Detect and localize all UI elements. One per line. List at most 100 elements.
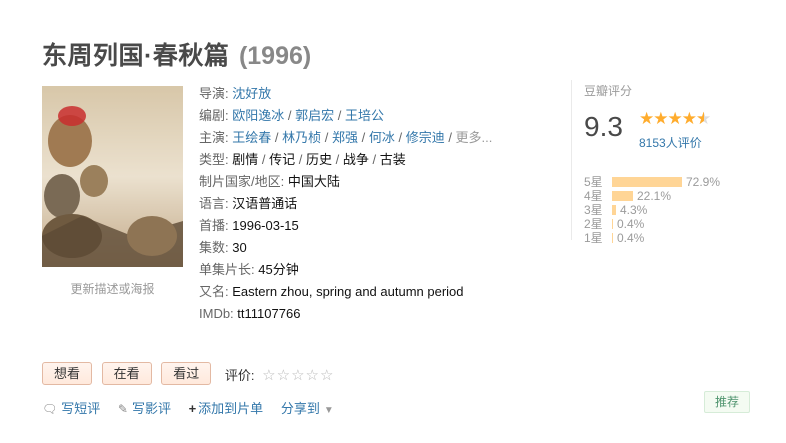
genre-value: 战争 — [342, 152, 369, 167]
rating-dist-bar — [612, 205, 616, 215]
recommend-button[interactable]: 推荐 — [704, 391, 750, 413]
writers-label: 编剧: — [199, 108, 229, 123]
star-icon: ★ — [681, 109, 697, 128]
my-rating-stars[interactable]: ☆☆☆☆☆ — [262, 366, 334, 384]
plus-icon: + — [188, 401, 197, 416]
comment-icon: 🗨 — [42, 402, 58, 416]
want-to-watch-button[interactable]: 想看 — [42, 362, 93, 385]
rating-label: 豆瓣评分 — [584, 84, 633, 98]
genre-label: 类型: — [199, 152, 229, 167]
genre-row: 类型: 剧情 / 传记 / 历史 / 战争 / 古装 — [199, 152, 406, 167]
info-panel: 导演: 沈好放 编剧: 欧阳逸冰 / 郭启宏 / 王培公 主演: 王绘春 / 林… — [199, 85, 539, 327]
cast-link[interactable]: 何冰 — [369, 130, 395, 145]
language-label: 语言: — [199, 196, 229, 211]
cast-row: 主演: 王绘春 / 林乃桢 / 郑强 / 何冰 / 修宗迪 / 更多... — [199, 130, 493, 145]
country-label: 制片国家/地区: — [199, 174, 285, 189]
rating-dist-row: 4星 22.1% — [584, 189, 751, 203]
add-list-label: 添加到片单 — [198, 401, 264, 416]
imdb-value: tt11107766 — [237, 306, 301, 321]
writer-link[interactable]: 郭启宏 — [295, 108, 334, 123]
rating-stars: ★★★★★ — [639, 109, 711, 129]
cast-link[interactable]: 修宗迪 — [406, 130, 445, 145]
language-value: 汉语普通话 — [232, 196, 298, 211]
imdb-row: IMDb: tt11107766 — [199, 305, 539, 327]
pencil-icon: ✎ — [117, 402, 128, 416]
director-row: 导演: 沈好放 — [199, 85, 539, 107]
rating-dist-label: 5星 — [584, 175, 603, 189]
rating-dist-percent: 72.9% — [686, 175, 721, 189]
poster[interactable] — [42, 86, 183, 267]
rating-score: 9.3 — [584, 111, 623, 142]
cast-link[interactable]: 王绘春 — [232, 130, 271, 145]
language-row: 语言: 汉语普通话 — [199, 195, 539, 217]
watched-button[interactable]: 看过 — [161, 362, 212, 385]
rating-distribution: 5星 72.9% 4星 22.1% 3星 4.3% 2星 0.4% 1星 0.4% — [584, 175, 751, 245]
share-link[interactable]: 分享到 ▼ — [281, 401, 334, 416]
writers-row: 编剧: 欧阳逸冰 / 郭启宏 / 王培公 — [199, 108, 384, 123]
premiere-value: 1996-03-15 — [232, 218, 299, 233]
country-row: 制片国家/地区: 中国大陆 — [199, 173, 539, 195]
premiere-row: 首播: 1996-03-15 — [199, 217, 539, 239]
rating-dist-row: 1星 0.4% — [584, 231, 751, 245]
rating-dist-percent: 0.4% — [617, 231, 645, 245]
update-poster-link[interactable]: 更新描述或海报 — [42, 280, 183, 297]
rating-dist-label: 2星 — [584, 217, 603, 231]
write-short-review-link[interactable]: 🗨 写短评 — [42, 401, 100, 416]
director-link[interactable]: 沈好放 — [232, 86, 271, 101]
rating-dist-bar — [612, 177, 682, 187]
watching-button[interactable]: 在看 — [101, 362, 152, 385]
poster-image — [42, 86, 183, 267]
cast-link[interactable]: 郑强 — [332, 130, 358, 145]
my-rating-label: 评价: — [224, 368, 255, 384]
rating-dist-label: 3星 — [584, 203, 603, 217]
cast-label: 主演: — [199, 130, 229, 145]
rating-summary: 9.3 ★★★★★ 8153人评价 — [584, 107, 751, 151]
title-row: 东周列国·春秋篇 (1996) — [42, 36, 311, 72]
page-title: 东周列国·春秋篇 — [42, 42, 230, 70]
genre-value: 剧情 — [232, 152, 259, 167]
genre-value: 传记 — [269, 152, 296, 167]
title-year: (1996) — [238, 42, 312, 70]
rating-dist-row: 3星 4.3% — [584, 203, 751, 217]
star-icon: ★ — [653, 109, 668, 128]
genre-value: 古装 — [379, 152, 406, 167]
rating-dist-bar — [612, 191, 633, 201]
rating-count-link[interactable]: 8153人评价 — [639, 134, 702, 151]
runtime-label: 单集片长: — [199, 262, 255, 277]
episodes-label: 集数: — [199, 240, 229, 255]
premiere-label: 首播: — [199, 218, 229, 233]
cast-link[interactable]: 林乃桢 — [282, 130, 321, 145]
writer-link[interactable]: 欧阳逸冰 — [232, 108, 284, 123]
rating-dist-label: 4星 — [584, 189, 603, 203]
star-icon: ★ — [639, 109, 654, 128]
aka-row: 又名: Eastern zhou, spring and autumn peri… — [199, 283, 539, 305]
aka-label: 又名: — [199, 284, 229, 299]
runtime-value: 45分钟 — [258, 262, 299, 277]
imdb-label: IMDb: — [199, 306, 234, 321]
link-bar: 🗨 写短评 ✎ 写影评 + 添加到片单 分享到 ▼ — [42, 398, 348, 417]
action-bar: 想看 在看 看过 评价: ☆☆☆☆☆ — [42, 362, 334, 385]
rating-dist-row: 2星 0.4% — [584, 217, 751, 231]
rating-panel: 豆瓣评分 9.3 ★★★★★ 8153人评价 5星72.9%4星22.1%3星4… — [571, 80, 751, 245]
cast-more-link[interactable]: 更多... — [456, 130, 493, 145]
rating-dist-label: 1星 — [584, 231, 603, 245]
rating-dist-percent: 22.1% — [637, 189, 672, 203]
rating-dist-percent: 4.3% — [620, 203, 648, 217]
half-star-icon: ★ — [696, 109, 711, 129]
add-to-list-link[interactable]: + 添加到片单 — [189, 401, 264, 416]
review-label: 写影评 — [131, 401, 171, 416]
rating-dist-bar — [612, 219, 613, 229]
writer-link[interactable]: 王培公 — [345, 108, 384, 123]
rating-dist-percent: 0.4% — [617, 217, 645, 231]
my-rating: 评价: ☆☆☆☆☆ — [225, 365, 335, 384]
chevron-down-icon: ▼ — [323, 405, 334, 416]
genre-value: 历史 — [305, 152, 332, 167]
episodes-row: 集数: 30 — [199, 239, 539, 261]
write-review-link[interactable]: ✎ 写影评 — [118, 401, 171, 416]
share-label: 分享到 — [280, 401, 320, 416]
rating-dist-bar — [612, 233, 613, 243]
country-value: 中国大陆 — [287, 174, 340, 189]
director-label: 导演: — [199, 86, 229, 101]
aka-value: Eastern zhou, spring and autumn period — [232, 284, 464, 299]
star-icon: ★ — [667, 109, 683, 128]
